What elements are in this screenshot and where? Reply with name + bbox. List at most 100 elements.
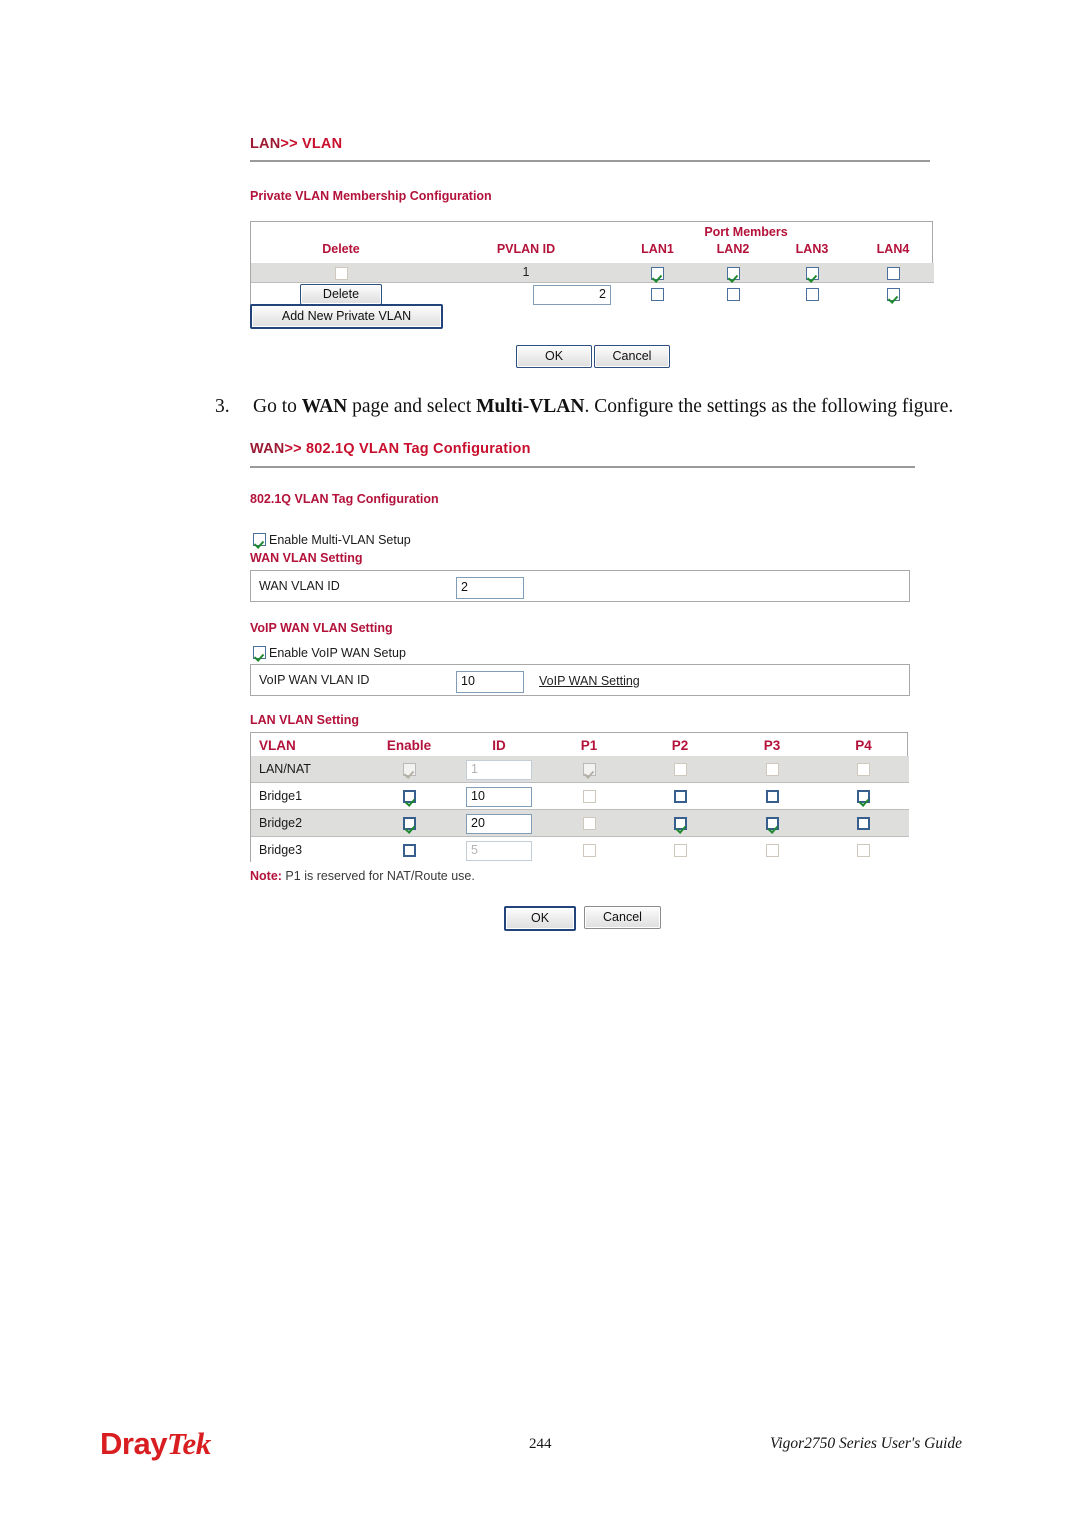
table-row: Bridge1 10	[251, 783, 909, 810]
delete-button[interactable]: Delete	[300, 284, 382, 305]
lan-vlan-ok-button[interactable]: OK	[516, 345, 592, 368]
table-row: LAN/NAT 1	[251, 756, 909, 783]
row2-lan3-checkbox[interactable]	[805, 288, 819, 302]
row2-lan4-checkbox[interactable]	[886, 288, 900, 302]
enable-voip-wan-checkbox[interactable]	[253, 646, 266, 660]
table-row: Bridge3 5	[251, 837, 909, 863]
bridge1-p3-checkbox[interactable]	[765, 790, 779, 804]
bridge2-p4-checkbox[interactable]	[857, 817, 870, 831]
bridge2-id-input[interactable]: 20	[466, 814, 532, 834]
col-header-lan3: LAN3	[795, 242, 829, 256]
bridge3-p1-checkbox	[582, 844, 596, 858]
lan-col-header-vlan: VLAN	[259, 738, 296, 753]
bridge1-id-input[interactable]: 10	[466, 787, 532, 807]
bridge2-p3-checkbox[interactable]	[765, 817, 779, 831]
lan-row-name: LAN/NAT	[259, 762, 311, 776]
instruction-text: Go to WAN page and select Multi-VLAN. Co…	[253, 396, 953, 418]
row1-lan2-checkbox[interactable]	[726, 267, 740, 281]
wan-vlan-setting-title: WAN VLAN Setting	[250, 551, 363, 565]
pvlan-id-input[interactable]: 2	[533, 285, 611, 305]
row2-lan1-checkbox[interactable]	[651, 288, 664, 302]
row2-lan2-checkbox[interactable]	[726, 288, 740, 302]
lan-col-header-p4: P4	[855, 738, 872, 753]
enable-multi-vlan-row: Enable Multi-VLAN Setup	[253, 531, 411, 549]
lan-vlan-title-main: LAN	[250, 136, 281, 152]
instruction-number: 3.	[215, 396, 230, 417]
row1-lan4-checkbox[interactable]	[886, 267, 900, 281]
enable-multi-vlan-checkbox[interactable]	[253, 533, 266, 547]
lan-vlan-cancel-button[interactable]: Cancel	[594, 345, 670, 368]
logo-tek: Tek	[166, 1426, 211, 1461]
wan-vlan-page-title: WAN>> 802.1Q VLAN Tag Configuration	[250, 441, 531, 457]
guide-name: Vigor2750 Series User's Guide	[770, 1435, 963, 1452]
row1-pvlan-id-value: 1	[522, 265, 530, 279]
lan-vlan-setting-title: LAN VLAN Setting	[250, 713, 360, 727]
lan-col-header-enable: Enable	[386, 738, 432, 753]
draytek-logo: DrayTek	[100, 1428, 211, 1459]
bridge1-p4-checkbox[interactable]	[857, 790, 870, 804]
wan-vlan-id-table: WAN VLAN ID 2	[250, 570, 910, 602]
wan-vlan-id-input[interactable]: 2	[456, 577, 524, 599]
instruction-bold-wan: WAN	[301, 396, 348, 417]
note-keyword: Note:	[250, 869, 282, 883]
lan-row-name: Bridge2	[259, 816, 303, 830]
lan-col-header-p1: P1	[580, 738, 598, 753]
lan-col-header-p3: P3	[763, 738, 781, 753]
voip-wan-vlan-id-label: VoIP WAN VLAN ID	[259, 673, 370, 687]
voip-wan-vlan-setting-title: VoIP WAN VLAN Setting	[250, 621, 393, 635]
voip-wan-setting-link[interactable]: VoIP WAN Setting	[539, 674, 640, 688]
row1-lan1-checkbox[interactable]	[651, 267, 664, 281]
instruction-part2: page and select	[347, 396, 477, 417]
lan-vlan-note: Note: P1 is reserved for NAT/Route use.	[250, 869, 475, 883]
table-row: 1	[251, 263, 934, 283]
enable-voip-wan-row: Enable VoIP WAN Setup	[253, 644, 406, 662]
lannat-p1-checkbox	[582, 763, 596, 777]
instruction-part1: Go to	[253, 396, 302, 417]
row1-delete-checkbox[interactable]	[334, 267, 348, 281]
lan-vlan-title-rule	[250, 160, 930, 162]
lan-vlan-setting-table: VLAN Enable ID P1 P2 P3 P4 LAN/NAT 1 Bri…	[250, 732, 909, 863]
private-vlan-header-row: Delete PVLAN ID LAN1 LAN2 LAN3 LAN4	[251, 242, 934, 261]
lannat-p3-checkbox	[765, 763, 779, 777]
bridge2-p1-checkbox	[582, 817, 596, 831]
bridge2-p2-checkbox[interactable]	[673, 817, 687, 831]
private-vlan-section-title: Private VLAN Membership Configuration	[250, 189, 492, 203]
table-row: Bridge2 20	[251, 810, 909, 837]
enable-voip-wan-label: Enable VoIP WAN Setup	[269, 646, 406, 660]
wan-vlan-title-main: WAN	[250, 441, 285, 457]
lan-col-header-id: ID	[492, 738, 506, 753]
col-header-pvlan-id: PVLAN ID	[496, 242, 556, 256]
lan-row-name: Bridge3	[259, 843, 303, 857]
row1-lan3-checkbox[interactable]	[805, 267, 819, 281]
port-members-label: Port Members	[704, 225, 788, 239]
bridge2-enable-checkbox[interactable]	[402, 817, 416, 831]
port-members-header: Port Members	[251, 225, 934, 241]
bridge1-p2-checkbox[interactable]	[673, 790, 687, 804]
lannat-id-input: 1	[466, 760, 532, 780]
lannat-p2-checkbox	[673, 763, 687, 777]
wan-vlan-cancel-button[interactable]: Cancel	[584, 906, 661, 929]
bridge3-p3-checkbox	[765, 844, 779, 858]
lan-vlan-header-row: VLAN Enable ID P1 P2 P3 P4	[251, 733, 909, 756]
col-header-lan2: LAN2	[716, 242, 750, 256]
bridge3-id-input: 5	[466, 841, 532, 861]
lan-row-name: Bridge1	[259, 789, 303, 803]
col-header-delete: Delete	[322, 242, 360, 256]
add-new-private-vlan-button[interactable]: Add New Private VLAN	[250, 304, 443, 329]
private-vlan-table: Port Members Delete PVLAN ID LAN1 LAN2 L…	[250, 221, 934, 305]
col-header-lan1: LAN1	[641, 242, 674, 256]
instruction-part3: . Configure the settings as the followin…	[584, 396, 954, 417]
wan-vlan-title-rule	[250, 466, 915, 468]
lan-vlan-page-title: LAN>> VLAN	[250, 136, 342, 152]
enable-multi-vlan-label: Enable Multi-VLAN Setup	[269, 533, 411, 547]
wan-vlan-ok-button[interactable]: OK	[504, 906, 576, 931]
bridge1-enable-checkbox[interactable]	[402, 790, 416, 804]
lan-col-header-p2: P2	[671, 738, 689, 753]
lannat-enable-checkbox	[402, 763, 416, 777]
bridge3-enable-checkbox[interactable]	[402, 844, 416, 858]
wan-vlan-title-sub: 802.1Q VLAN Tag Configuration	[306, 441, 531, 457]
bridge3-p2-checkbox	[673, 844, 687, 858]
table-row: Delete 2	[251, 283, 934, 305]
note-text: P1 is reserved for NAT/Route use.	[281, 869, 475, 883]
voip-wan-vlan-id-input[interactable]: 10	[456, 671, 524, 693]
